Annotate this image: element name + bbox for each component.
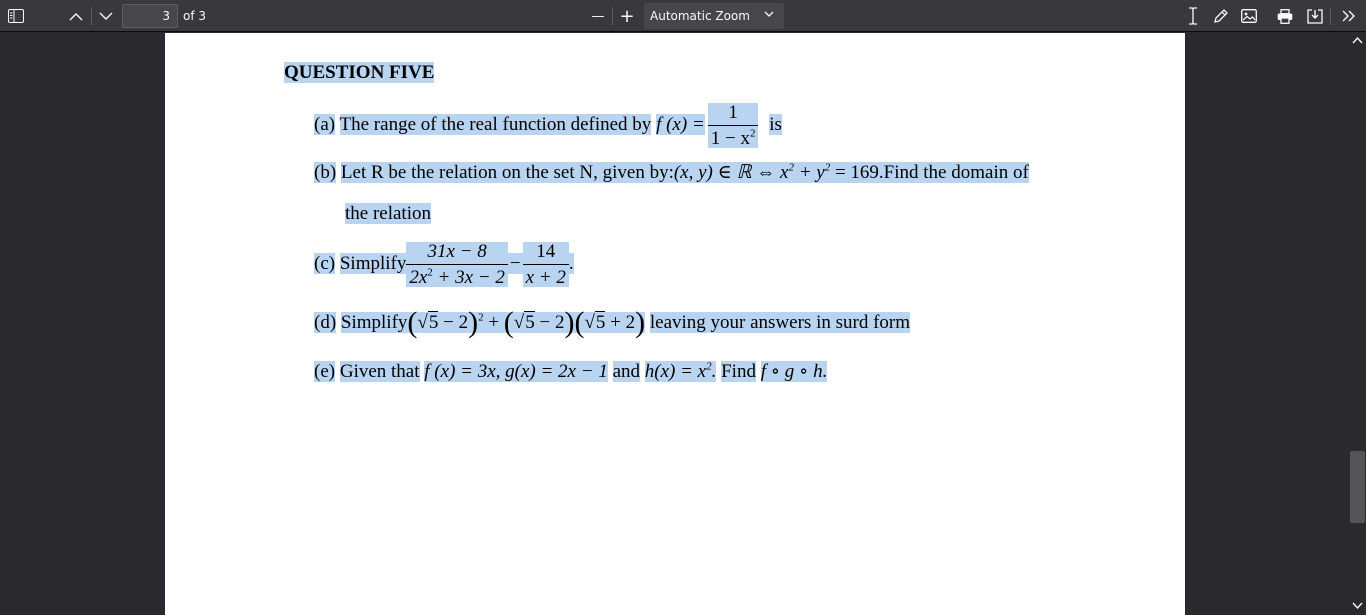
question-b-math: (x, y) ∈ ℝ ⇔ x2 + y2 = 169.	[673, 161, 884, 183]
question-b-continued: the relation	[345, 203, 431, 224]
toolbar-separator	[1330, 7, 1331, 25]
toolbar-separator	[612, 7, 613, 25]
pdf-page: QUESTION FIVE (a) The range of the real …	[165, 33, 1185, 615]
printer-icon	[1277, 8, 1293, 24]
download-icon	[1307, 8, 1323, 24]
question-e-label: (e)	[314, 361, 336, 382]
document-viewer[interactable]: QUESTION FIVE (a) The range of the real …	[0, 33, 1366, 615]
vertical-scrollbar[interactable]	[1349, 33, 1366, 615]
question-e-h: h(x) = x2.	[644, 360, 717, 382]
question-heading: QUESTION FIVE	[284, 62, 435, 83]
question-b-text: Let R be the relation on the set N, give…	[340, 162, 674, 183]
zoom-select[interactable]: Automatic Zoom	[644, 3, 784, 29]
question-b-label: (b)	[314, 162, 337, 183]
zoom-select-value: Automatic Zoom	[650, 9, 750, 23]
question-a-text: The range of the real function defined b…	[339, 114, 652, 135]
question-e-functions: f (x) = 3x, g(x) = 2x − 1	[424, 361, 608, 382]
next-page-button[interactable]	[93, 4, 119, 28]
print-button[interactable]	[1272, 4, 1298, 28]
text-cursor-icon	[1189, 7, 1197, 25]
scrollbar-thumb[interactable]	[1350, 451, 1365, 523]
chevron-down-icon	[99, 12, 113, 20]
question-d-tail: leaving your answers in surd form	[649, 312, 910, 333]
question-b-tail: Find the domain of	[883, 162, 1029, 183]
toolbar-separator	[91, 7, 92, 25]
pencil-icon	[1214, 9, 1228, 23]
scroll-up-icon[interactable]	[1352, 35, 1363, 46]
question-a-label: (a)	[314, 114, 336, 135]
scroll-down-icon[interactable]	[1352, 600, 1363, 611]
draw-tool-button[interactable]	[1208, 4, 1234, 28]
image-tool-button[interactable]	[1236, 4, 1262, 28]
page-number-input[interactable]	[122, 4, 178, 28]
question-d: (d) Simplify(√5 − 2)2 + (√5 − 2)(√5 + 2)…	[314, 306, 910, 339]
question-c-fraction-2: 14 x + 2	[522, 242, 569, 288]
question-c-text: Simplify	[339, 253, 407, 274]
question-c-fraction-1: 31x − 8 2x2 + 3x − 2	[406, 242, 508, 288]
minus-icon: —	[591, 8, 605, 24]
pdf-toolbar: of 3 — + Automatic Zoom	[0, 0, 1366, 32]
question-a-fraction: 1 1 − x2	[707, 103, 759, 149]
question-e-text: Given that	[339, 361, 420, 382]
plus-icon: +	[619, 5, 635, 27]
tools-menu-button[interactable]	[1336, 4, 1362, 28]
question-a: (a) The range of the real function defin…	[314, 99, 782, 151]
sidebar-toggle-icon	[8, 9, 24, 23]
sidebar-toggle-button[interactable]	[3, 4, 29, 28]
zoom-out-button[interactable]: —	[585, 4, 611, 28]
previous-page-button[interactable]	[63, 4, 89, 28]
question-d-text: Simplify	[340, 312, 408, 333]
question-e: (e) Given that f (x) = 3x, g(x) = 2x − 1…	[314, 360, 828, 382]
save-button[interactable]	[1302, 4, 1328, 28]
question-e-composition: f ∘ g ∘ h.	[760, 361, 828, 382]
question-a-function: f (x) =	[656, 114, 705, 135]
page-count-label: of 3	[183, 9, 207, 23]
zoom-in-button[interactable]: +	[614, 4, 640, 28]
question-c-operator: −	[507, 253, 523, 274]
image-icon	[1241, 9, 1257, 23]
question-a-tail: is	[769, 114, 782, 135]
chevron-down-icon	[764, 11, 774, 17]
text-tool-button[interactable]	[1180, 4, 1206, 28]
question-b: (b) Let R be the relation on the set N, …	[314, 161, 1029, 185]
chevron-up-icon	[69, 12, 83, 20]
question-d-label: (d)	[314, 312, 337, 333]
question-c: (c) Simplify 31x − 8 2x2 + 3x − 2 − 14 x…	[314, 241, 574, 289]
question-c-label: (c)	[314, 253, 336, 274]
double-chevron-right-icon	[1342, 10, 1355, 22]
question-d-expression: (√5 − 2)2 + (√5 − 2)(√5 + 2)	[407, 306, 646, 339]
